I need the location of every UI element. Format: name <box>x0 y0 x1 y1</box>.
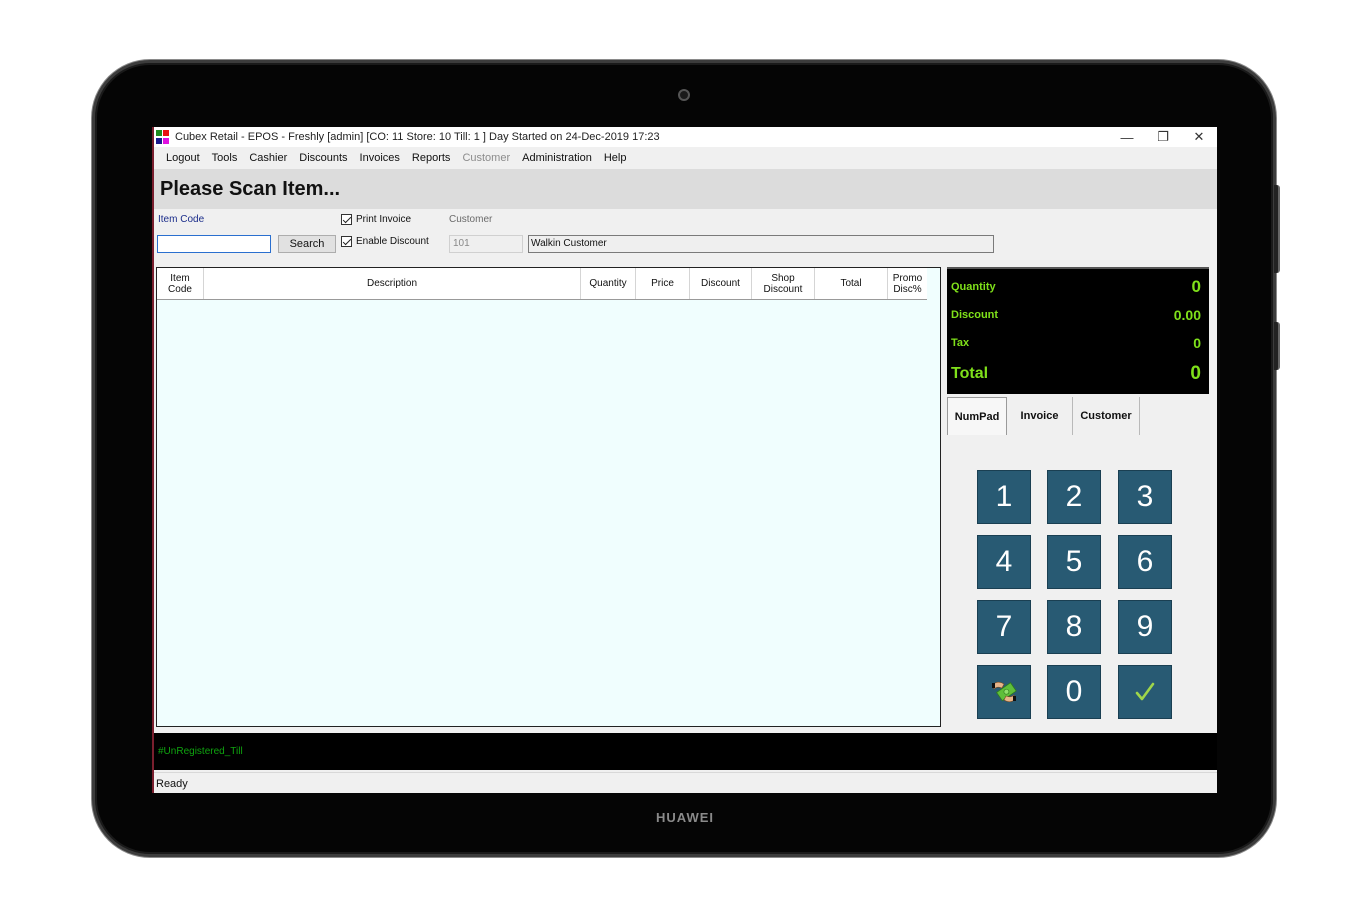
numpad-key-8[interactable]: 8 <box>1047 600 1101 654</box>
status-bar: Ready <box>154 772 1217 793</box>
status-text: Ready <box>156 778 188 790</box>
discount-value: 0.00 <box>1173 307 1201 323</box>
tax-label: Tax <box>951 337 970 349</box>
menu-cashier[interactable]: Cashier <box>243 152 293 164</box>
volume-button <box>1274 185 1280 273</box>
totals-discount: Discount 0.00 <box>951 307 1201 323</box>
menu-invoices[interactable]: Invoices <box>354 152 406 164</box>
total-value: 0 <box>1190 363 1201 384</box>
logo-square-green <box>156 130 162 136</box>
logo-square-navy <box>156 137 162 144</box>
numpad: 1 2 3 4 5 6 7 8 9 0 <box>977 470 1175 720</box>
column-header-item-code[interactable]: Item Code <box>157 268 204 299</box>
enable-discount-label: Enable Discount <box>356 236 429 247</box>
logo-square-red <box>163 130 169 136</box>
totals-total: Total 0 <box>951 363 1201 385</box>
numpad-key-3[interactable]: 3 <box>1118 470 1172 524</box>
item-code-label: Item Code <box>158 214 205 225</box>
panel-tabs: NumPad Invoice Customer <box>947 397 1140 435</box>
print-invoice-label: Print Invoice <box>356 214 412 225</box>
menu-customer: Customer <box>462 152 511 164</box>
column-header-shop-discount[interactable]: Shop Discount <box>752 268 815 299</box>
till-registration-status: #UnRegistered_Till <box>158 746 243 757</box>
cash-payment-icon <box>991 681 1017 703</box>
column-header-quantity[interactable]: Quantity <box>581 268 636 299</box>
title-bar: Cubex Retail - EPOS - Freshly [admin] [C… <box>154 127 1217 147</box>
app-logo-icon <box>156 130 170 144</box>
total-label: Total <box>951 365 989 382</box>
column-header-total[interactable]: Total <box>815 268 888 299</box>
grid-header: Item Code Description Quantity Price Disc… <box>157 268 927 300</box>
numpad-key-0[interactable]: 0 <box>1047 665 1101 719</box>
quantity-value: 0 <box>1191 277 1201 296</box>
epos-window: Cubex Retail - EPOS - Freshly [admin] [C… <box>152 127 1217 793</box>
checkbox-checked-icon <box>341 236 352 247</box>
menu-discounts[interactable]: Discounts <box>293 152 353 164</box>
totals-quantity: Quantity 0 <box>951 277 1201 297</box>
print-invoice-checkbox[interactable]: Print Invoice <box>341 214 411 225</box>
column-header-discount[interactable]: Discount <box>690 268 752 299</box>
tab-invoice[interactable]: Invoice <box>1007 397 1073 435</box>
camera-icon <box>678 89 690 101</box>
tab-numpad[interactable]: NumPad <box>947 397 1007 435</box>
quantity-label: Quantity <box>951 281 996 293</box>
confirm-button[interactable] <box>1118 665 1172 719</box>
menu-logout[interactable]: Logout <box>160 152 206 164</box>
checkmark-icon <box>1135 682 1155 701</box>
customer-name-field[interactable]: Walkin Customer <box>528 235 994 253</box>
numpad-key-6[interactable]: 6 <box>1118 535 1172 589</box>
totals-tax: Tax 0 <box>951 335 1201 351</box>
menu-help[interactable]: Help <box>598 152 633 164</box>
minimize-button[interactable]: — <box>1109 127 1145 147</box>
tax-value: 0 <box>1193 335 1201 351</box>
window-controls: — ❐ ✕ <box>1109 127 1217 147</box>
item-code-input[interactable] <box>157 235 271 253</box>
window-title: Cubex Retail - EPOS - Freshly [admin] [C… <box>175 131 660 143</box>
column-header-description[interactable]: Description <box>204 268 581 299</box>
customer-label: Customer <box>449 214 493 225</box>
scan-banner: Please Scan Item... <box>154 169 1217 209</box>
numpad-key-5[interactable]: 5 <box>1047 535 1101 589</box>
scan-prompt: Please Scan Item... <box>160 177 341 200</box>
payment-button[interactable] <box>977 665 1031 719</box>
numpad-key-9[interactable]: 9 <box>1118 600 1172 654</box>
column-header-price[interactable]: Price <box>636 268 690 299</box>
item-entry-toolbar: Item Code Search Print Invoice Enable Di… <box>154 209 1217 257</box>
tab-customer[interactable]: Customer <box>1073 397 1140 435</box>
numpad-key-1[interactable]: 1 <box>977 470 1031 524</box>
device-brand: HUAWEI <box>656 810 714 825</box>
totals-panel: Quantity 0 Discount 0.00 Tax 0 Total 0 <box>947 267 1209 394</box>
customer-id-field: 101 <box>449 235 523 253</box>
enable-discount-checkbox[interactable]: Enable Discount <box>341 236 429 247</box>
power-button <box>1274 322 1280 370</box>
search-button[interactable]: Search <box>278 235 336 253</box>
menu-administration[interactable]: Administration <box>516 152 598 164</box>
close-button[interactable]: ✕ <box>1181 127 1217 147</box>
restore-button[interactable]: ❐ <box>1145 127 1181 147</box>
logo-square-magenta <box>163 137 169 144</box>
numpad-key-7[interactable]: 7 <box>977 600 1031 654</box>
checkbox-checked-icon <box>341 214 352 225</box>
menu-bar: Logout Tools Cashier Discounts Invoices … <box>154 147 1217 169</box>
discount-label: Discount <box>951 309 999 321</box>
column-header-promo-disc[interactable]: Promo Disc% <box>888 268 927 299</box>
numpad-key-4[interactable]: 4 <box>977 535 1031 589</box>
till-status-bar: #UnRegistered_Till <box>154 733 1217 770</box>
menu-reports[interactable]: Reports <box>406 152 457 164</box>
numpad-key-2[interactable]: 2 <box>1047 470 1101 524</box>
items-grid[interactable]: Item Code Description Quantity Price Disc… <box>156 267 941 727</box>
menu-tools[interactable]: Tools <box>206 152 244 164</box>
